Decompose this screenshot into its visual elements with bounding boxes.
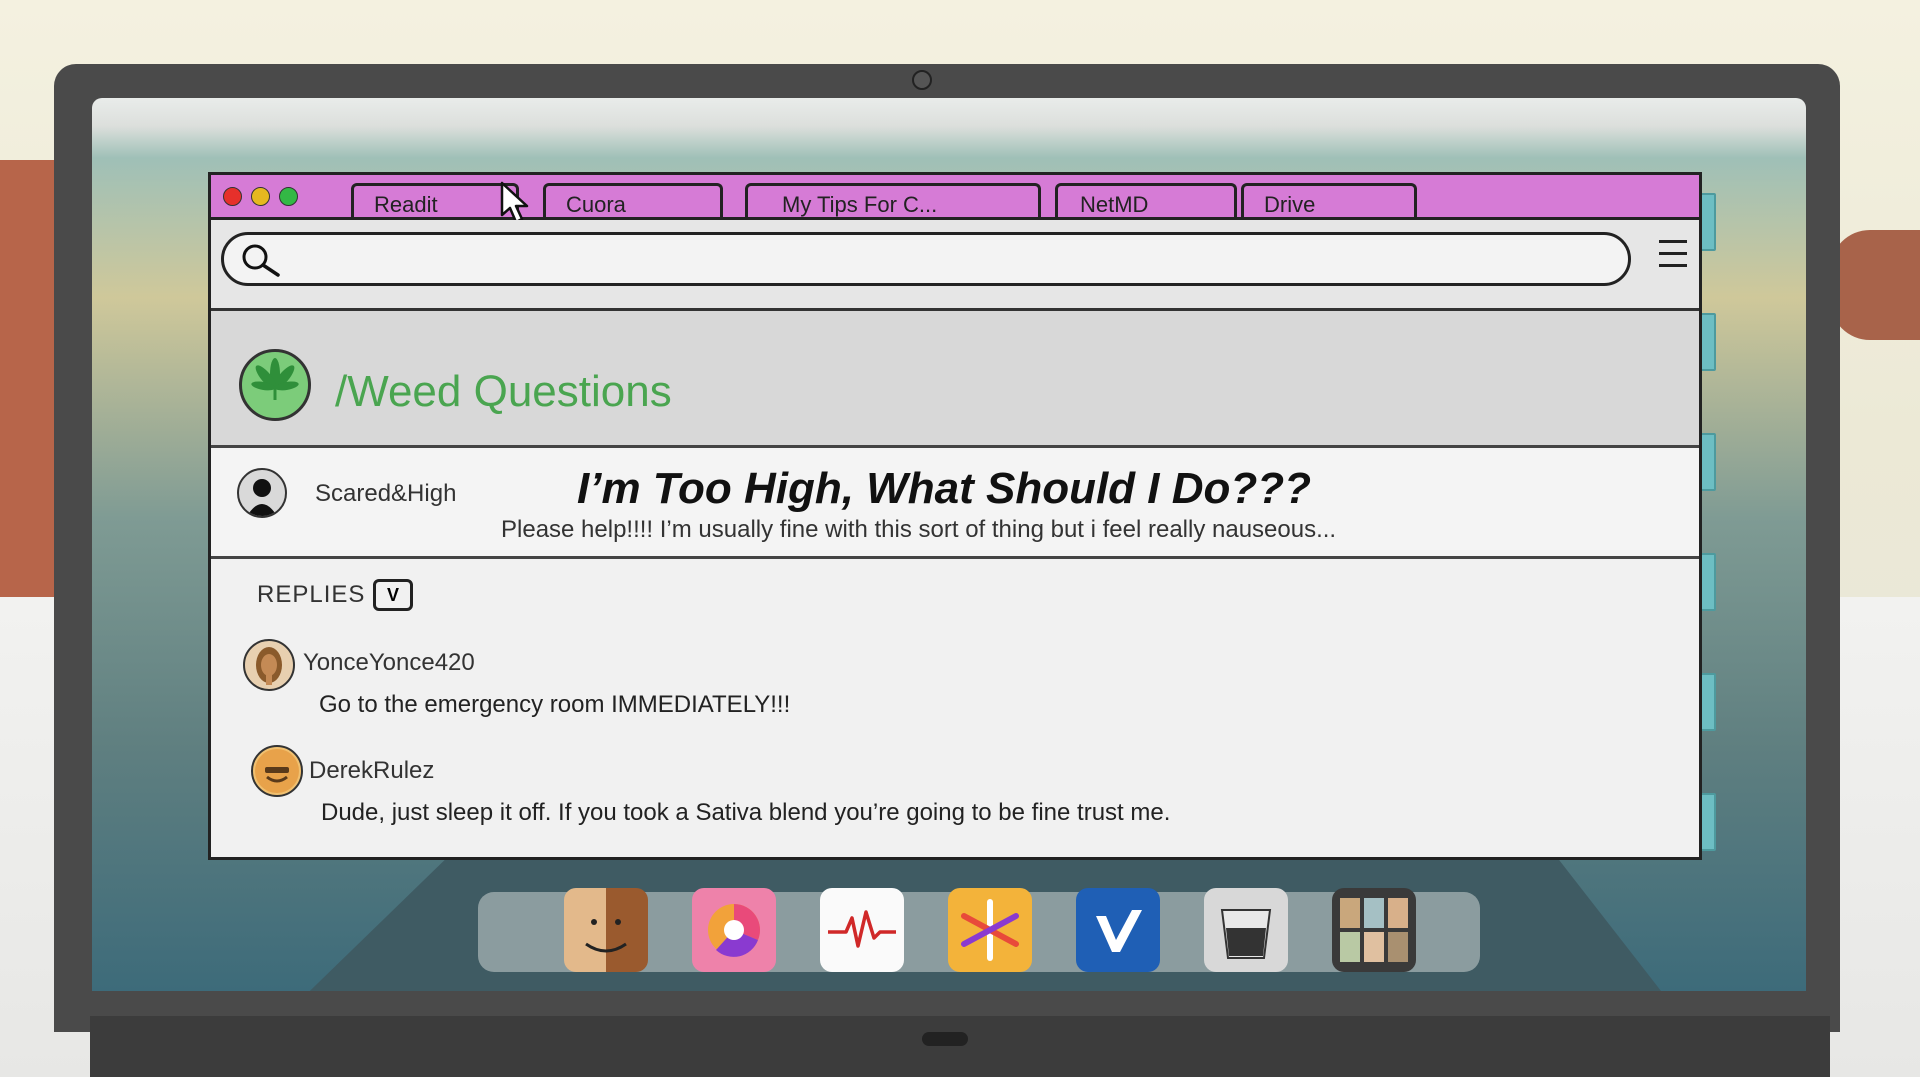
tab-label: NetMD [1080,192,1149,217]
reply-author[interactable]: YonceYonce420 [303,649,475,677]
tab-label: Cuora [566,192,626,217]
photos-icon[interactable] [948,888,1032,972]
post-author[interactable]: Scared&High [315,480,456,508]
post-body: Please help!!!! I’m usually fine with th… [501,516,1337,543]
cannabis-leaf-icon [239,349,311,421]
tab-label: Readit [374,192,438,217]
replies-label: REPLIES [257,581,366,608]
webcam-icon [912,70,932,90]
background-hill-right [1830,230,1920,340]
gallery-icon[interactable] [1332,888,1416,972]
tab-label: Drive [1264,192,1316,217]
browser-window: Readit Cuora My Tips For C... NetMD Driv… [208,172,1702,860]
dock [478,888,1480,972]
trash-icon[interactable] [1204,888,1288,972]
tab-label: My Tips For C... [782,192,938,217]
video-icon[interactable] [1076,888,1160,972]
post-card: Scared&High I’m Too High, What Should I … [211,448,1699,559]
reply-text: Dude, just sleep it off. If you took a S… [321,799,1171,826]
search-icon [242,244,280,277]
laptop-keyboard [90,1016,1830,1077]
window-zoom-button[interactable] [279,187,298,206]
user-avatar-icon[interactable] [251,745,303,797]
browser-icon[interactable] [692,888,776,972]
tab-my-tips[interactable]: My Tips For C... [745,183,1041,217]
laptop-hinge [922,1032,968,1046]
post-title[interactable]: I’m Too High, What Should I Do??? [577,464,1311,514]
health-icon[interactable] [820,888,904,972]
tab-netmd[interactable]: NetMD [1055,183,1237,217]
subreddit-header: /Weed Questions [211,311,1699,448]
search-bar[interactable] [221,232,1631,286]
toolbar [211,220,1699,311]
user-avatar-icon[interactable] [243,639,295,691]
reply-author[interactable]: DerekRulez [309,757,434,785]
subreddit-title[interactable]: /Weed Questions [335,367,672,417]
mouse-cursor-icon [500,181,529,224]
tab-readit[interactable]: Readit [351,183,519,217]
tab-cuora[interactable]: Cuora [543,183,723,217]
replies-section: REPLIES V YonceYonce420 Go to the emerge… [211,559,1699,857]
hamburger-menu-icon[interactable] [1659,240,1687,276]
window-close-button[interactable] [223,187,242,206]
user-avatar-icon[interactable] [237,468,287,518]
replies-toggle-button[interactable]: V [373,579,413,611]
search-input[interactable] [294,243,1608,279]
reply-text: Go to the emergency room IMMEDIATELY!!! [319,691,791,718]
window-minimize-button[interactable] [251,187,270,206]
tab-drive[interactable]: Drive [1241,183,1417,217]
tab-bar: Readit Cuora My Tips For C... NetMD Driv… [211,175,1699,224]
finder-icon[interactable] [564,888,648,972]
